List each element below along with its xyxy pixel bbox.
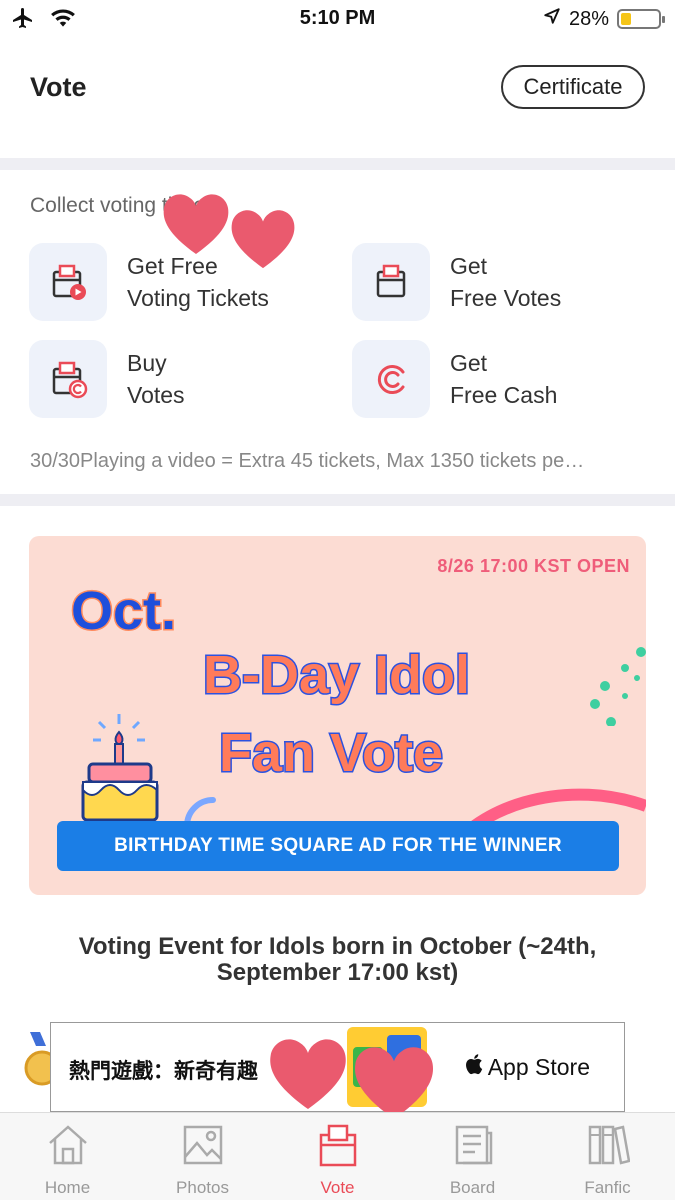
tab-label: Home [44,1178,91,1197]
tile-line-2: Voting Tickets [127,285,269,311]
board-icon [451,1123,495,1172]
battery-percent: 28% [568,7,609,30]
certificate-button[interactable]: Certificate [501,65,645,109]
tile-line-2: Votes [127,382,185,408]
birthday-cake-icon [81,714,159,822]
location-arrow-icon [543,7,561,31]
section-divider [0,158,675,170]
tab-photos[interactable]: Photos [135,1113,270,1200]
app-store-link[interactable]: App Store [465,1053,590,1081]
buy-votes-button[interactable]: Buy Votes [29,340,185,418]
home-icon [46,1123,90,1172]
tab-board[interactable]: Board [405,1113,540,1200]
ticket-note: 30/30Playing a video = Extra 45 tickets,… [30,450,585,472]
battery-level [621,13,631,25]
banner-open-date: 8/26 17:00 KST OPEN [437,556,630,576]
ballot-coin-icon [29,340,107,418]
tab-vote[interactable]: Vote [270,1113,405,1200]
tile-line-1: Get [450,350,488,376]
ballot-play-icon [29,243,107,321]
event-title[interactable]: Voting Event for Idols born in October (… [30,934,645,986]
banner-prize-bar: BIRTHDAY TIME SQUARE AD FOR THE WINNER [57,821,619,871]
tab-label: Board [449,1178,496,1197]
get-free-cash-button[interactable]: Get Free Cash [352,340,557,418]
medal-icon [24,1032,52,1086]
event-banner[interactable]: 8/26 17:00 KST OPEN Oct. B-Day Idol Fan … [29,536,646,895]
tile-line-2: Free Votes [450,285,562,311]
decorative-dots [590,647,646,726]
tab-label: Photos [176,1178,229,1197]
vote-box-icon [316,1123,360,1172]
get-free-votes-button[interactable]: Get Free Votes [352,243,561,321]
section-divider [0,494,675,506]
battery-icon [617,9,665,29]
photo-icon [181,1123,225,1172]
banner-month: Oct. [69,580,177,643]
page-title: Vote [30,72,87,102]
tab-bar: Home Photos Vote Board Fanfic [0,1112,675,1200]
apple-icon [465,1053,483,1081]
tab-fanfic[interactable]: Fanfic [540,1113,675,1200]
ad-text: 熱門遊戲：新奇有趣 [69,1060,258,1083]
header: Vote Certificate [0,40,675,158]
tile-line-1: Get [450,253,488,279]
heart-sticker-icon [163,194,229,254]
app-store-label: App Store [487,1053,590,1080]
tile-line-1: Buy [127,350,167,376]
status-bar: 5:10 PM 28% [0,0,675,40]
tab-label: Fanfic [584,1178,631,1197]
banner-headline-2: Fan Vote [217,722,444,785]
tab-home[interactable]: Home [0,1113,135,1200]
books-icon [586,1123,630,1172]
ballot-icon [352,243,430,321]
tile-line-2: Free Cash [450,382,558,408]
banner-headline-1: B-Day Idol [201,644,471,707]
cash-coin-icon [352,340,430,418]
heart-sticker-icon [270,1039,346,1109]
tab-label: Vote [320,1178,355,1197]
heart-sticker-icon [231,210,295,269]
